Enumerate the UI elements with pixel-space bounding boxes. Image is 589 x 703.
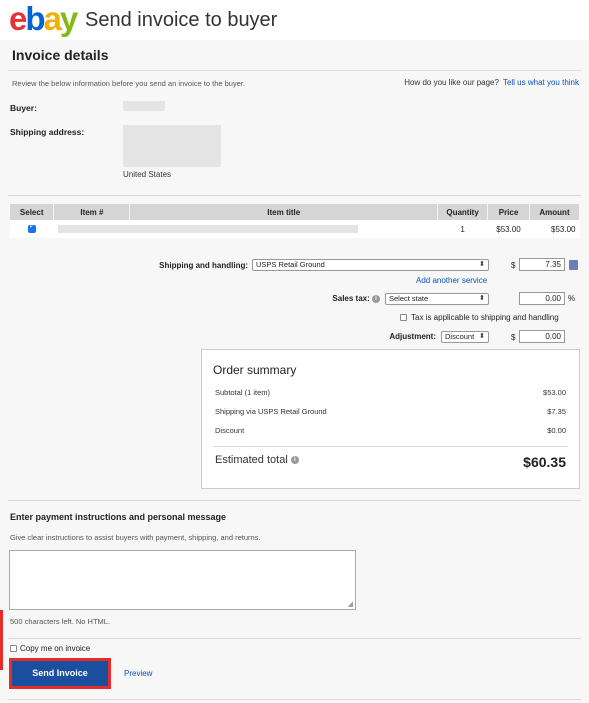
- divider: [8, 699, 581, 700]
- highlight-arrow: [0, 610, 3, 670]
- payment-message-title: Enter payment instructions and personal …: [10, 512, 227, 522]
- currency-symbol: $: [511, 333, 516, 342]
- summary-row-discount: Discount $0.00: [215, 426, 566, 435]
- column-header-select: Select: [10, 204, 55, 220]
- column-header-item-number: Item #: [53, 204, 131, 220]
- sales-tax-label-text: Sales tax:: [332, 294, 370, 303]
- shipping-service-select[interactable]: USPS Retail Ground ⬍: [252, 259, 489, 271]
- currency-symbol: $: [511, 261, 516, 270]
- summary-value: $0.00: [547, 426, 566, 435]
- info-icon[interactable]: i: [290, 456, 299, 465]
- column-header-item-title: Item title: [129, 204, 439, 220]
- order-summary: Order summary Subtotal (1 item) $53.00 S…: [201, 349, 580, 489]
- info-icon[interactable]: i: [372, 294, 380, 303]
- intro-text: Review the below information before you …: [12, 79, 246, 88]
- item-select-checkbox[interactable]: [27, 222, 36, 234]
- item-info-cell: [53, 220, 438, 238]
- divider: [8, 500, 581, 501]
- buyer-label: Buyer:: [10, 103, 37, 113]
- select-cell: [10, 220, 54, 238]
- buyer-name-redacted: [123, 101, 165, 111]
- summary-value: $53.00: [543, 388, 566, 397]
- items-table: Select Item # Item title Quantity Price …: [10, 204, 580, 238]
- divider: [8, 70, 581, 71]
- tax-on-shipping-checkbox[interactable]: [400, 314, 407, 321]
- copy-me-checkbox[interactable]: [10, 645, 17, 652]
- select-arrows-icon: ⬍: [479, 333, 485, 340]
- select-arrows-icon: ⬍: [479, 261, 485, 268]
- tax-state-select[interactable]: Select state ⬍: [385, 293, 489, 305]
- send-invoice-button[interactable]: Send Invoice: [9, 658, 111, 689]
- invoice-details-title: Invoice details: [12, 47, 109, 63]
- price-cell: $53.00: [487, 220, 530, 238]
- divider: [8, 195, 581, 196]
- amount-cell: $53.00: [529, 220, 580, 238]
- adjustment-type-select[interactable]: Discount ⬍: [441, 331, 489, 343]
- quantity-cell: 1: [437, 220, 488, 238]
- summary-row-shipping: Shipping via USPS Retail Ground $7.35: [215, 407, 566, 416]
- column-header-quantity: Quantity: [437, 204, 489, 220]
- divider: [8, 638, 581, 639]
- item-title-redacted: [57, 225, 358, 233]
- summary-value: $7.35: [547, 407, 566, 416]
- payment-message-textarea[interactable]: ◢: [9, 550, 356, 610]
- feedback-question: How do you like our page?: [404, 78, 499, 87]
- summary-label: Subtotal (1 item): [215, 388, 271, 397]
- tax-rate-input[interactable]: 0.00: [519, 292, 565, 305]
- shipping-address-label: Shipping address:: [10, 127, 85, 137]
- characters-left: 500 characters left. No HTML.: [10, 617, 111, 626]
- resize-handle-icon[interactable]: ◢: [348, 600, 353, 608]
- column-header-amount: Amount: [529, 204, 580, 220]
- table-header-row: Select Item # Item title Quantity Price …: [10, 204, 580, 220]
- order-summary-title: Order summary: [213, 363, 297, 377]
- shipping-address-redacted: [123, 125, 221, 167]
- summary-label: Discount: [215, 426, 245, 435]
- shipping-country: United States: [123, 170, 172, 179]
- adjustment-value-input[interactable]: 0.00: [519, 330, 565, 343]
- calculator-icon[interactable]: [569, 260, 578, 270]
- percent-sign: %: [568, 294, 576, 303]
- table-row: 1 $53.00 $53.00: [10, 220, 580, 238]
- column-header-price: Price: [487, 204, 530, 220]
- payment-message-description: Give clear instructions to assist buyers…: [10, 533, 261, 542]
- sales-tax-label: Sales tax: i: [300, 294, 380, 303]
- tax-state-value: Select state: [389, 294, 429, 303]
- page-header: ebay Send invoice to buyer: [0, 0, 589, 40]
- shipping-service-value: USPS Retail Ground: [256, 260, 325, 269]
- estimated-total-text: Estimated total: [215, 454, 288, 466]
- estimated-total-label: Estimated total i: [215, 454, 299, 466]
- add-service-link[interactable]: Add another service: [416, 276, 487, 285]
- feedback-link[interactable]: Tell us what you think: [503, 78, 579, 87]
- adjustment-type-value: Discount: [445, 332, 475, 341]
- page-title: Send invoice to buyer: [85, 9, 278, 31]
- preview-link[interactable]: Preview: [124, 669, 152, 678]
- divider: [213, 446, 568, 447]
- select-arrows-icon: ⬍: [479, 295, 485, 302]
- summary-label: Shipping via USPS Retail Ground: [215, 407, 327, 416]
- ebay-logo[interactable]: ebay: [9, 2, 78, 36]
- copy-me-label: Copy me on invoice: [20, 644, 91, 653]
- shipping-label: Shipping and handling:: [159, 261, 248, 270]
- summary-row-subtotal: Subtotal (1 item) $53.00: [215, 388, 566, 397]
- tax-on-shipping-label: Tax is applicable to shipping and handli…: [411, 313, 559, 322]
- adjustment-label: Adjustment:: [389, 332, 436, 341]
- feedback-prompt: How do you like our page? Tell us what yo…: [404, 78, 579, 87]
- shipping-cost-input[interactable]: 7.35: [519, 258, 565, 271]
- estimated-total-value: $60.35: [523, 454, 566, 470]
